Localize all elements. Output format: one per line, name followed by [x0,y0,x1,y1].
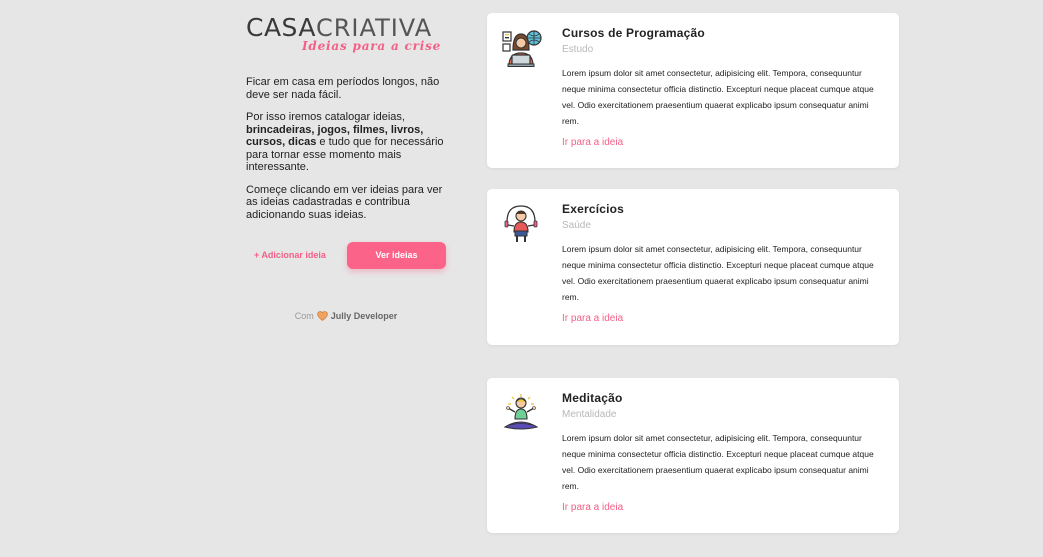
credit: Com Jully Developer [246,311,446,321]
brand-name-part2: CRIATIVA [316,14,433,42]
intro-paragraph-1: Ficar em casa em períodos longos, não de… [246,76,440,101]
card-description: Lorem ipsum dolor sit amet consectetur, … [562,433,874,491]
card-description: Lorem ipsum dolor sit amet consectetur, … [562,68,874,126]
card-title: Cursos de Programação [562,26,705,40]
meditation-icon [503,394,539,430]
brand-name-part1: CASA [246,13,316,42]
intro-paragraph-3: Começe clicando em ver ideias para ver a… [246,183,443,221]
card-content: Meditação Mentalidade Lorem ipsum dolor … [562,390,885,514]
credit-author: Jully Developer [330,311,398,321]
sidebar: CASACRIATIVA Ideias para a crise Ficar e… [246,14,446,321]
idea-card: Exercícios Saúde Lorem ipsum dolor sit a… [487,189,899,345]
card-description: Lorem ipsum dolor sit amet consectetur, … [562,244,874,302]
heart-icon [316,311,328,321]
credit-prefix: Com [294,311,314,321]
card-category: Saúde [562,220,591,231]
idea-card: Cursos de Programação Estudo Lorem ipsum… [487,13,899,168]
brand-name: CASACRIATIVA [246,13,446,43]
card-title: Exercícios [562,202,625,216]
go-to-idea-link[interactable]: Ir para a ideia [562,137,885,149]
programmer-icon [502,30,542,67]
card-category: Mentalidade [562,409,617,420]
intro-p2-start: Por isso iremos catalogar ideias, [246,111,405,123]
jump-rope-icon [504,205,538,242]
brand-logo: CASACRIATIVA Ideias para a crise [246,14,446,58]
intro-paragraph-2: Por isso iremos catalogar ideias, brinca… [246,111,446,174]
intro-p2-end: interessante. [246,161,309,173]
intro-text: Ficar em casa em períodos longos, não de… [246,76,446,221]
add-idea-link[interactable]: + Adicionar ideia [246,250,347,260]
actions-row: + Adicionar ideia Ver ideias [246,241,446,269]
go-to-idea-link[interactable]: Ir para a ideia [562,502,885,514]
card-category: Estudo [562,44,594,55]
brand-tagline: Ideias para a crise [302,39,442,53]
go-to-idea-link[interactable]: Ir para a ideia [562,313,885,325]
view-ideas-button[interactable]: Ver ideias [347,241,446,269]
card-title: Meditação [562,391,623,405]
card-content: Cursos de Programação Estudo Lorem ipsum… [562,25,885,149]
card-content: Exercícios Saúde Lorem ipsum dolor sit a… [562,201,885,325]
idea-card: Meditação Mentalidade Lorem ipsum dolor … [487,378,899,533]
